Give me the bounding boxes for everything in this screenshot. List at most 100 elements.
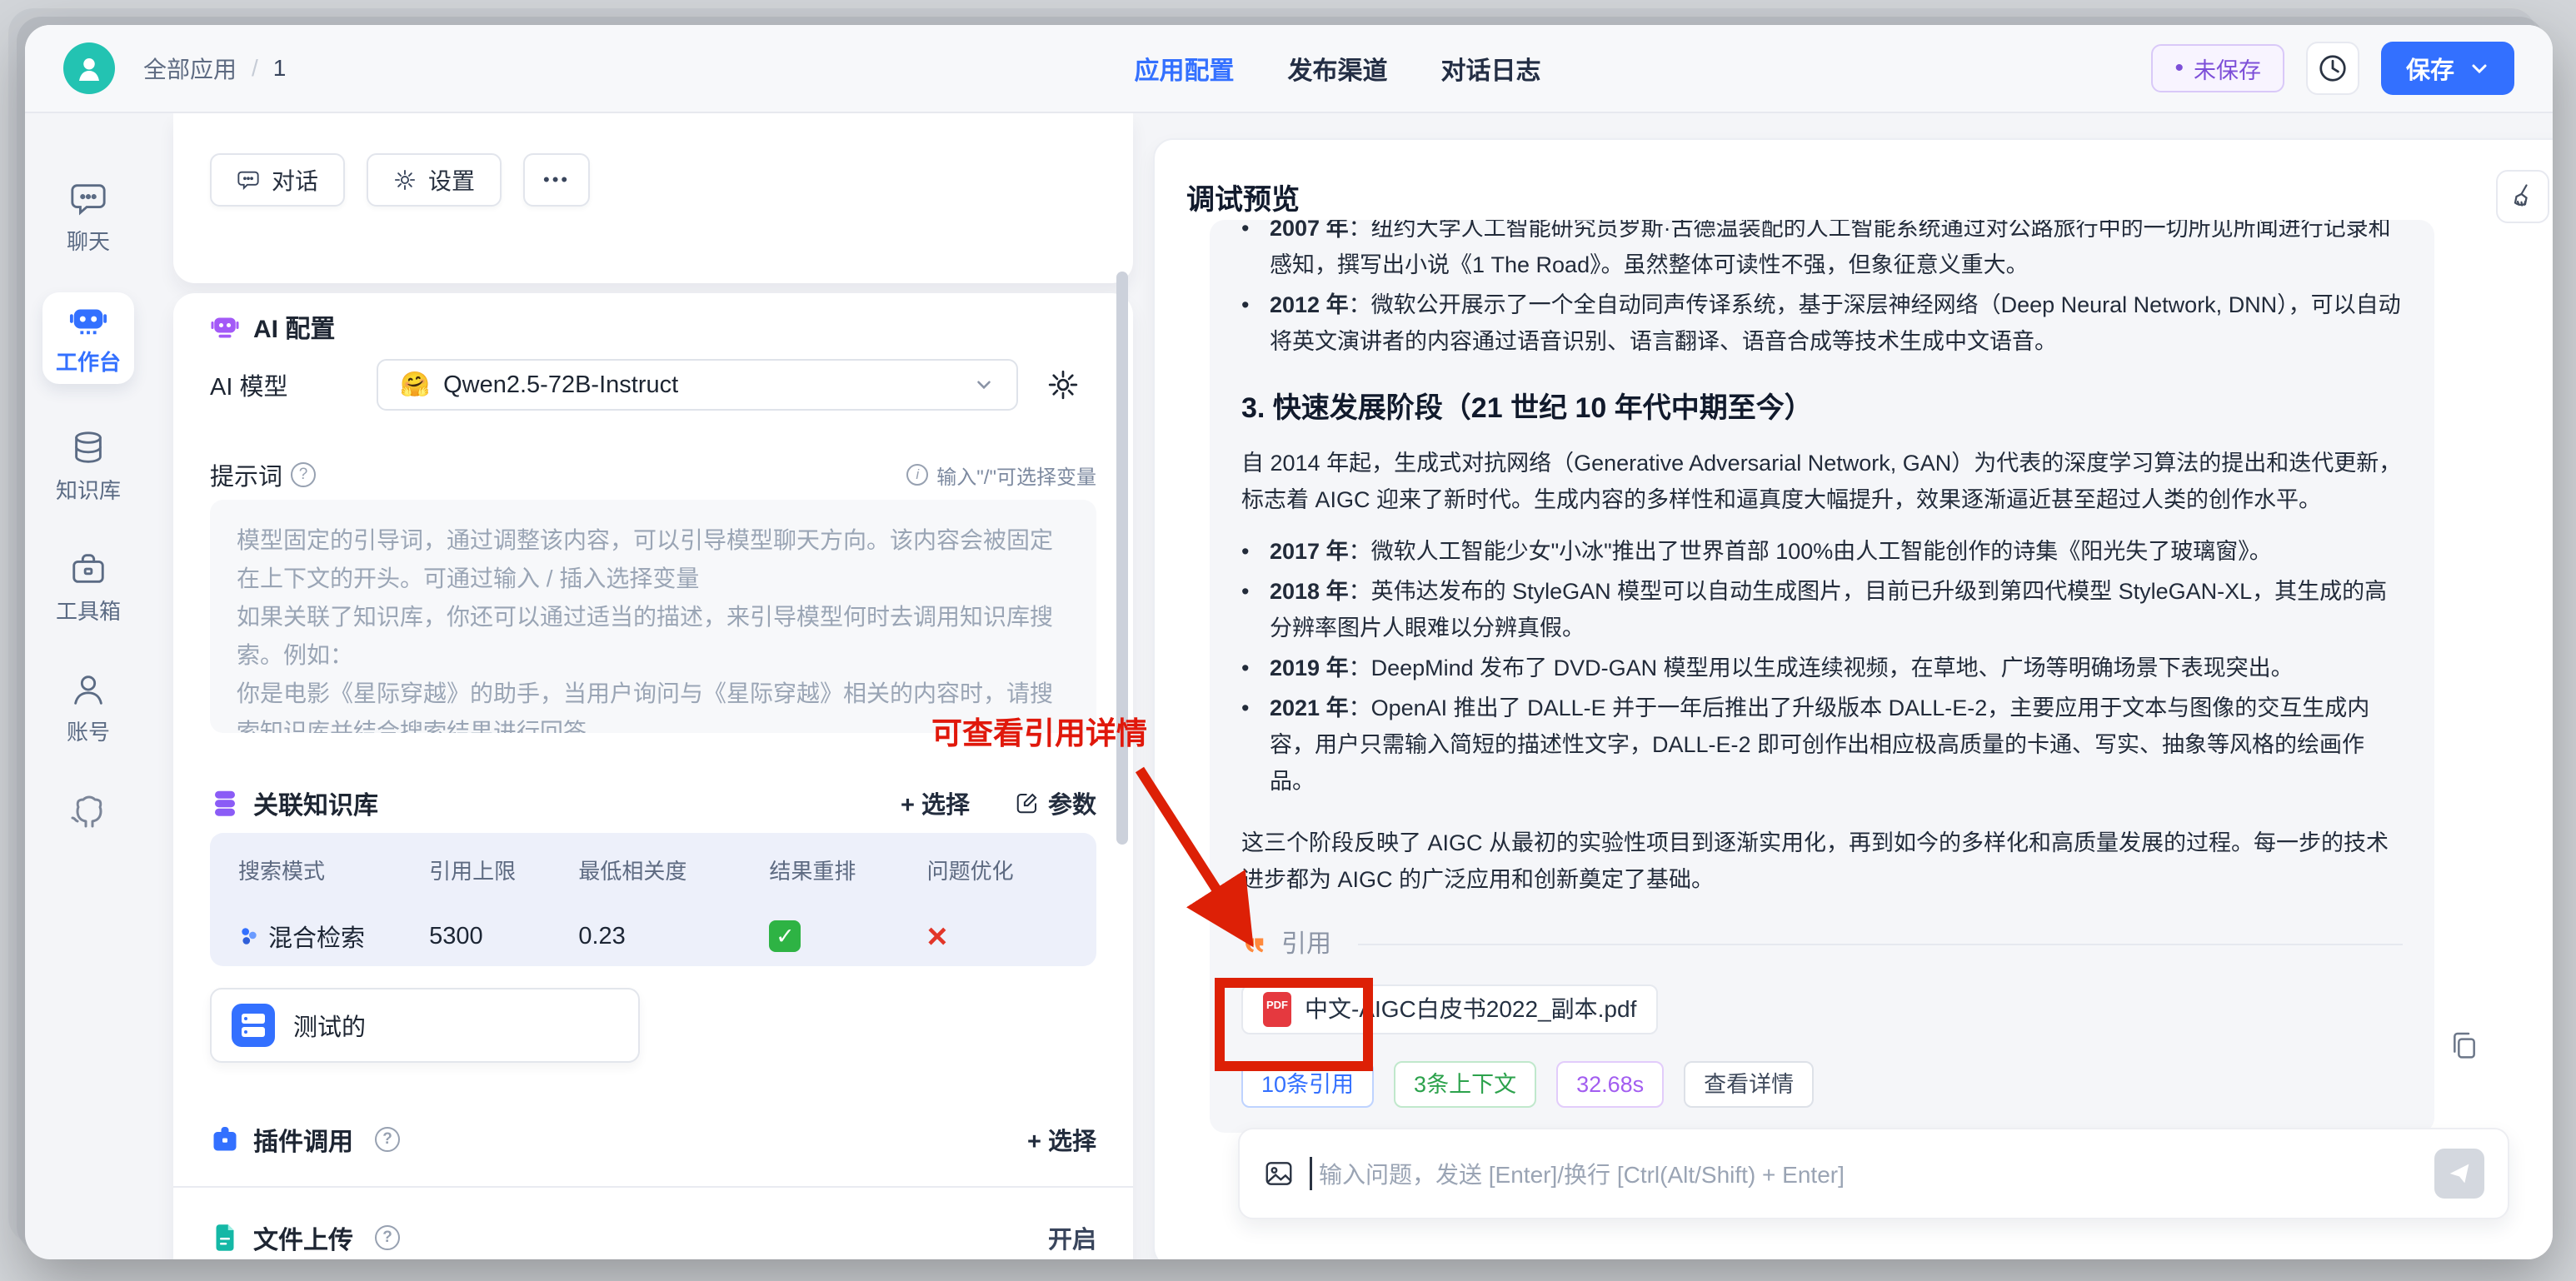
chat-bullet: • 2007 年：纽约大学人工智能研究员罗斯·古德温装配的人工智能系统通过对公路旅… [1241, 220, 2403, 283]
sidebar-item-db[interactable]: 知识库 [56, 429, 121, 505]
prompt-header: 提示词 ? i 输入"/"可选择变量 [210, 458, 1096, 491]
annotation-arrow [1135, 766, 1254, 948]
dataset-column-header: 问题优化 [926, 859, 1014, 884]
tab-对话日志[interactable]: 对话日志 [1441, 50, 1541, 87]
file-teal-icon [210, 1223, 240, 1253]
avatar[interactable] [63, 42, 115, 94]
user-icon [69, 670, 107, 709]
app-screenshot: 全部应用 / 1 应用配置 发布渠道 对话日志 • 未保存 保存 聊天 工作台 … [0, 0, 2576, 1281]
config-panel: AI 配置 AI 模型 🤗 Qwen2.5-72B-Instruct 提示词 ? [173, 293, 1133, 1259]
info-icon: i [906, 464, 929, 486]
breadcrumb-current: 1 [272, 55, 287, 81]
unsaved-badge: • 未保存 [2151, 44, 2284, 92]
chat-input[interactable]: 输入问题，发送 [Enter]/换行 [Ctrl(Alt/Shift) + En… [1238, 1128, 2509, 1219]
ai-config-header: AI 配置 [210, 308, 1096, 345]
bullet-marker: • [1241, 220, 1250, 241]
sidebar-item-robot[interactable]: 工作台 [42, 292, 134, 384]
chat-button-label: 对话 [272, 168, 319, 194]
edit-icon [1015, 790, 1040, 815]
help-icon[interactable]: ? [291, 462, 317, 487]
db-icon [69, 429, 107, 467]
bullet-text: 2018 年：英伟达发布的 StyleGAN 模型可以自动生成图片，目前已升级到… [1270, 579, 2388, 640]
model-settings-button[interactable] [1046, 368, 1080, 401]
sidebar-item-user[interactable]: 账号 [67, 670, 110, 746]
dataset-header: 关联知识库 + 选择 参数 [210, 785, 1096, 821]
bullet-text: 2007 年：纽约大学人工智能研究员罗斯·古德温装配的人工智能系统通过对公路旅行… [1270, 220, 2391, 277]
bullet-text: 2017 年：微软人工智能少女"小冰"推出了世界首部 100%由人工智能创作的诗… [1270, 539, 2272, 564]
chat-bullet-list: • 2017 年：微软人工智能少女"小冰"推出了世界首部 100%由人工智能创作的… [1241, 533, 2403, 800]
dataset-params-button[interactable]: 参数 [1015, 785, 1096, 820]
robot-icon [69, 301, 107, 339]
help-icon[interactable]: ? [375, 1225, 400, 1250]
bullet-text: 2019 年：DeepMind 发布了 DVD-GAN 模型用以生成连续视频，在… [1270, 655, 2294, 680]
annotation-text: 可查看引用详情 [931, 716, 1147, 750]
hybrid-search-icon [238, 925, 260, 947]
breadcrumb-separator: / [252, 55, 258, 81]
box-icon [69, 550, 107, 588]
chat-icon [69, 180, 107, 218]
rerank-cell: ✓ [769, 919, 926, 954]
response-badges: 10条引用 3条上下文 32.68s 查看详情 [1241, 1061, 2403, 1108]
send-button[interactable] [2434, 1149, 2484, 1199]
prompt-textarea[interactable]: 模型固定的引导词，通过调整该内容，可以引导模型聊天方向。该内容会被固定在上下文的… [210, 500, 1096, 733]
sidebar-item-label: 工作台 [55, 349, 121, 375]
copy-button[interactable] [2448, 1029, 2481, 1063]
plugin-header: 插件调用 ? + 选择 [210, 1121, 1096, 1158]
bullet-marker: • [1241, 655, 1250, 680]
chat-paragraph: 自 2014 年起，生成式对抗网络（Generative Adversarial… [1241, 451, 2402, 512]
image-upload-icon[interactable] [1263, 1158, 1295, 1189]
dataset-table-row: 混合检索 5300 0.23 ✓ × [238, 885, 1068, 954]
dataset-select-button[interactable]: + 选择 [901, 785, 970, 820]
bullet-text: 2012 年：微软公开展示了一个全自动同声传译系统，基于深层神经网络（Deep … [1270, 292, 2401, 354]
dataset-item-card[interactable]: 测试的 [210, 988, 640, 1063]
sidebar-item-label: 聊天 [66, 229, 110, 254]
badge-green[interactable]: 3条上下文 [1394, 1061, 1537, 1108]
prompt-hint-text: 输入"/"可选择变量 [936, 466, 1096, 489]
model-select[interactable]: 🤗 Qwen2.5-72B-Instruct [377, 359, 1018, 411]
min-relevance-cell: 0.23 [578, 922, 626, 950]
file-upload-header: 文件上传 ? 开启 [210, 1219, 1096, 1256]
chevron-down-icon [973, 374, 995, 396]
dataset-table: 搜索模式 引用上限 最低相关度 结果重排 问题优化 混合检索 5300 0.23 ✓ × [210, 833, 1096, 966]
tab-应用配置[interactable]: 应用配置 [1135, 50, 1235, 87]
bullet-text: 2021 年：OpenAI 推出了 DALL-E 并于一年后推出了升级版本 DA… [1270, 695, 2370, 794]
clock-icon [2317, 52, 2349, 84]
settings-button[interactable]: 设置 [367, 153, 502, 207]
github-link[interactable] [69, 791, 107, 830]
sidebar-item-box[interactable]: 工具箱 [56, 550, 121, 626]
citation-divider [1358, 944, 2403, 945]
chat-bubble-icon [237, 168, 260, 192]
more-button[interactable]: ••• [523, 153, 591, 207]
chat-input-placeholder: 输入问题，发送 [Enter]/换行 [Ctrl(Alt/Shift) + En… [1319, 1162, 1845, 1188]
debug-preview-title: 调试预览 [1186, 184, 1300, 216]
ellipsis-icon: ••• [543, 169, 571, 190]
quote-limit-cell: 5300 [429, 922, 483, 950]
broom-icon [2508, 182, 2538, 212]
history-button[interactable] [2305, 42, 2359, 95]
dataset-column-header: 结果重排 [769, 859, 856, 884]
chat-button[interactable]: 对话 [210, 153, 346, 207]
file-upload-status[interactable]: 开启 [1048, 1220, 1096, 1255]
annotation-rectangle [1215, 978, 1373, 1071]
app-toolbar-card: 对话 设置 ••• [173, 113, 1133, 283]
sidebar-item-chat[interactable]: 聊天 [67, 180, 110, 256]
breadcrumb-root[interactable]: 全部应用 [143, 52, 237, 85]
toolbox-blue-icon [210, 1124, 240, 1154]
chat-bullet: • 2019 年：DeepMind 发布了 DVD-GAN 模型用以生成连续视频，… [1241, 650, 2403, 686]
chat-bullet: • 2017 年：微软人工智能少女"小冰"推出了世界首部 100%由人工智能创作的… [1241, 533, 2403, 570]
clear-chat-button[interactable] [2496, 170, 2549, 223]
bullet-marker: • [1241, 292, 1250, 317]
text-caret [1310, 1157, 1312, 1190]
help-icon[interactable]: ? [375, 1127, 400, 1152]
search-mode-cell: 混合检索 [238, 919, 429, 954]
chat-heading: 3. 快速发展阶段（21 世纪 10 年代中期至今） [1241, 392, 1813, 424]
chat-bullet: • 2018 年：英伟达发布的 StyleGAN 模型可以自动生成图片，目前已升级… [1241, 573, 2403, 646]
badge-gray[interactable]: 查看详情 [1684, 1061, 1815, 1108]
bullet-marker: • [1241, 539, 1250, 564]
plugin-select-button[interactable]: + 选择 [1027, 1122, 1096, 1157]
save-button[interactable]: 保存 [2380, 42, 2514, 95]
tab-发布渠道[interactable]: 发布渠道 [1288, 50, 1388, 87]
top-bar: 全部应用 / 1 应用配置 发布渠道 对话日志 • 未保存 保存 [25, 25, 2553, 113]
dataset-blue-icon [232, 1004, 275, 1047]
badge-purple[interactable]: 32.68s [1556, 1061, 1665, 1108]
